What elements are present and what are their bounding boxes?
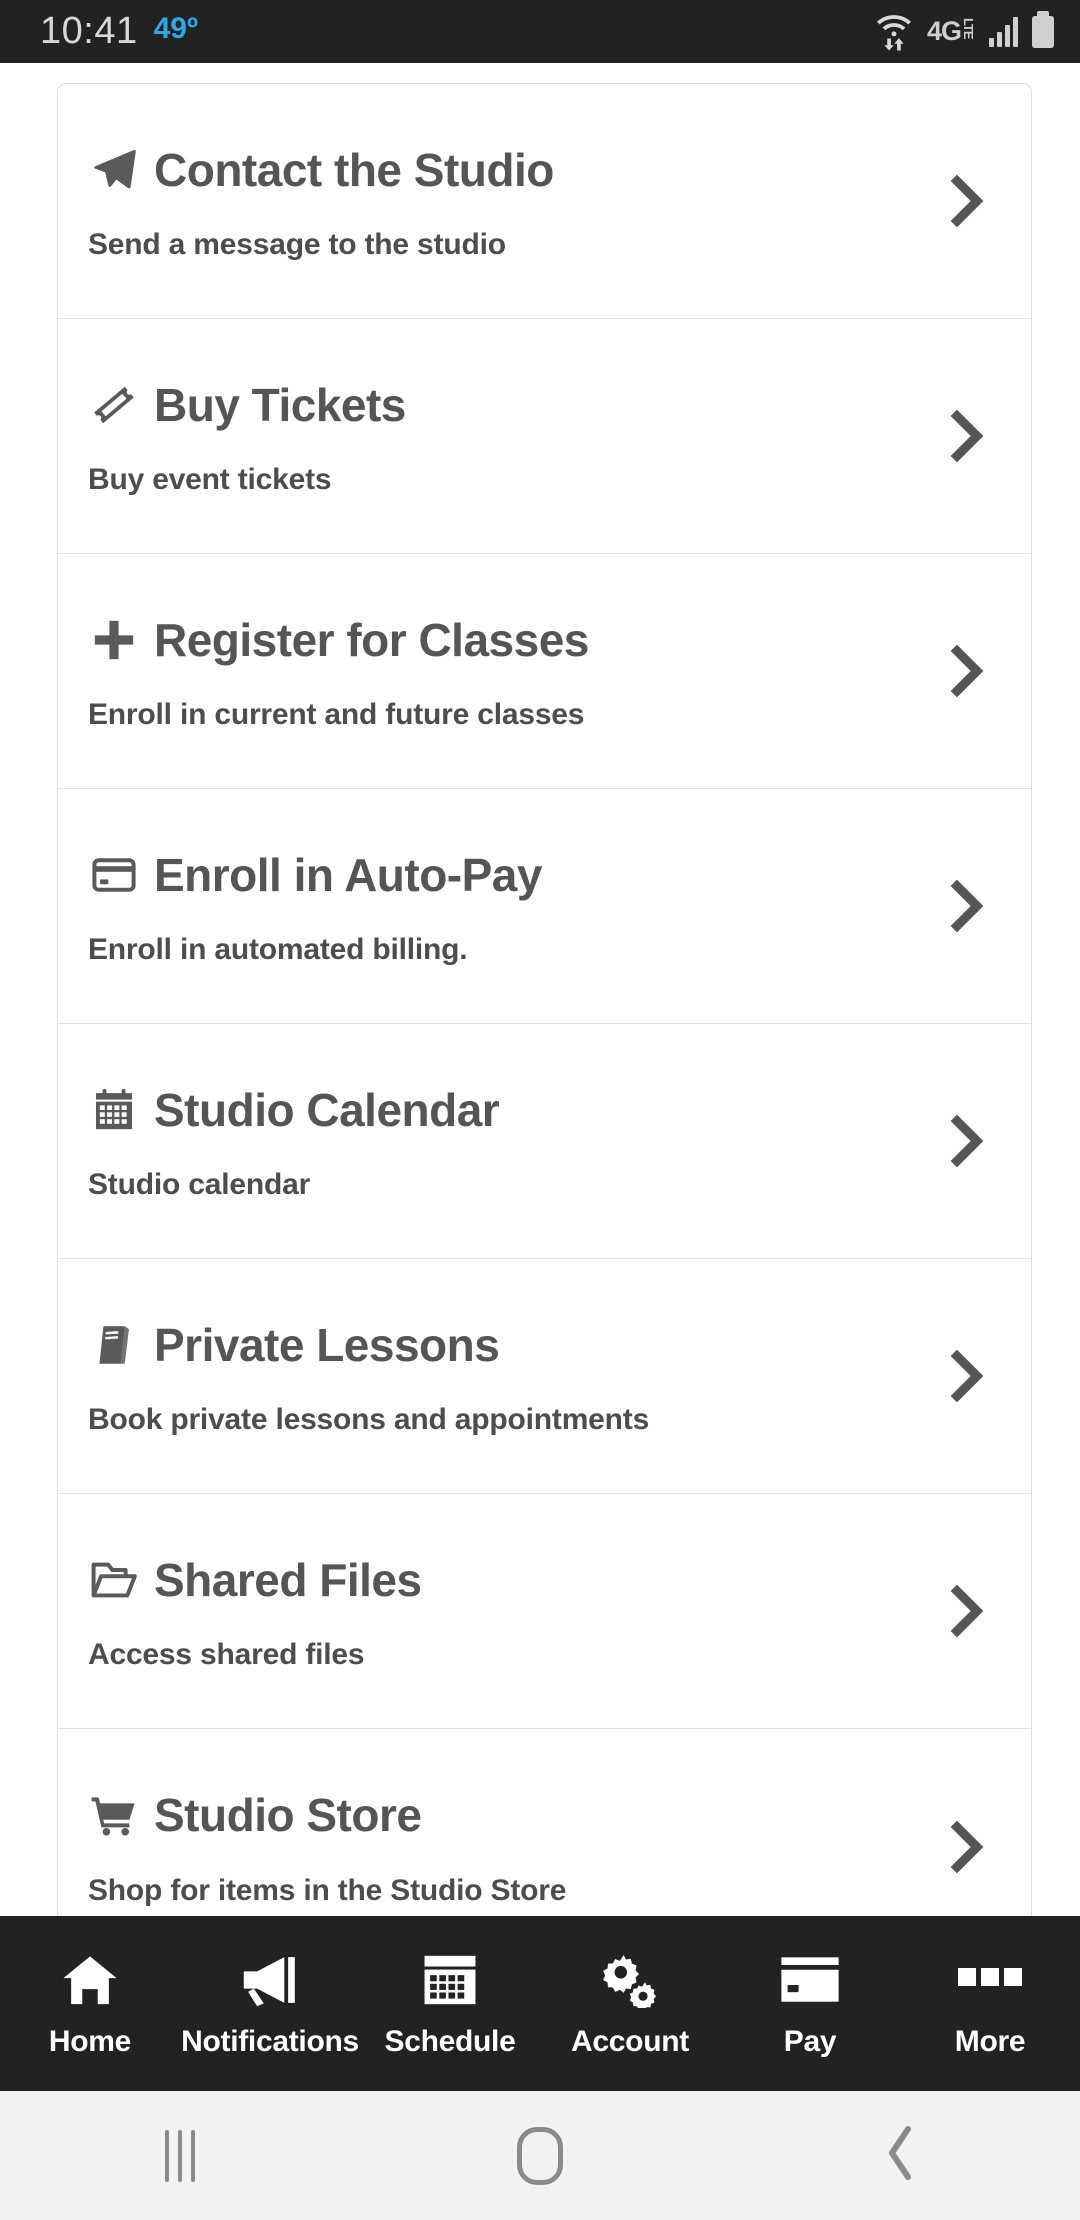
tab-account[interactable]: Account	[540, 1916, 720, 2091]
signal-bars-icon	[989, 16, 1018, 47]
menu-card: Contact the Studio Send a message to the…	[57, 83, 1032, 1916]
menu-item-title: Register for Classes	[154, 613, 589, 666]
battery-icon	[1032, 10, 1054, 48]
menu-item-subtitle: Book private lessons and appointments	[88, 1403, 650, 1436]
tab-more[interactable]: More	[900, 1916, 1080, 2091]
calendar-icon	[88, 1084, 140, 1136]
menu-item-shared-files[interactable]: Shared Files Access shared files	[58, 1494, 1031, 1729]
tab-label: Home	[48, 2024, 132, 2058]
menu-item-subtitle: Enroll in current and future classes	[88, 698, 585, 731]
menu-item-contact-the-studio[interactable]: Contact the Studio Send a message to the…	[58, 84, 1031, 319]
shopping-cart-icon	[88, 1790, 140, 1842]
tab-home[interactable]: Home	[0, 1916, 180, 2091]
gears-icon	[601, 1949, 659, 2011]
menu-item-title: Shared Files	[154, 1553, 422, 1606]
menu-item-title-row: Contact the Studio	[88, 144, 1001, 196]
ticket-icon	[88, 379, 140, 431]
menu-item-subtitle: Access shared files	[88, 1638, 365, 1671]
home-square-icon	[517, 2126, 563, 2185]
book-icon	[88, 1319, 140, 1371]
menu-item-title-row: Shared Files	[88, 1554, 1001, 1606]
credit-card-icon	[88, 849, 140, 901]
chevron-right-icon	[947, 644, 987, 698]
calendar-icon	[422, 1949, 478, 2011]
4g-lte-icon: 4G LTE	[926, 16, 976, 47]
tab-label: Schedule	[384, 2024, 516, 2058]
more-squares-icon	[958, 1949, 1022, 2011]
status-bar-clock: 10:41	[40, 10, 138, 52]
menu-item-buy-tickets[interactable]: Buy Tickets Buy event tickets	[58, 319, 1031, 554]
recents-button[interactable]	[0, 2129, 360, 2182]
chevron-right-icon	[947, 1584, 987, 1638]
tab-pay[interactable]: Pay	[720, 1916, 900, 2091]
menu-item-title: Contact the Studio	[154, 143, 554, 196]
paper-plane-icon	[88, 144, 140, 196]
back-chevron-icon	[882, 2125, 918, 2186]
menu-item-subtitle: Buy event tickets	[88, 463, 332, 496]
tab-label: Notifications	[181, 2024, 359, 2058]
menu-item-title: Buy Tickets	[154, 378, 406, 431]
folder-open-icon	[88, 1554, 140, 1606]
tab-label: Account	[571, 2024, 689, 2058]
bottom-tab-bar: Home Notifications Schedule Account Pay …	[0, 1916, 1080, 2091]
network-type-label: 4G	[926, 16, 962, 46]
chevron-right-icon	[947, 879, 987, 933]
menu-item-subtitle: Studio calendar	[88, 1168, 311, 1201]
menu-item-private-lessons[interactable]: Private Lessons Book private lessons and…	[58, 1259, 1031, 1494]
menu-item-studio-store[interactable]: Studio Store Shop for items in the Studi…	[58, 1729, 1031, 1916]
menu-item-title: Private Lessons	[154, 1318, 500, 1371]
chevron-right-icon	[947, 1114, 987, 1168]
back-button[interactable]	[720, 2125, 1080, 2186]
tab-schedule[interactable]: Schedule	[360, 1916, 540, 2091]
menu-item-register-for-classes[interactable]: Register for Classes Enroll in current a…	[58, 554, 1031, 789]
menu-item-title-row: Register for Classes	[88, 614, 1001, 666]
menu-item-title-row: Private Lessons	[88, 1319, 1001, 1371]
menu-item-title-row: Buy Tickets	[88, 379, 1001, 431]
tab-label: More	[954, 2024, 1026, 2058]
menu-item-title-row: Studio Store	[88, 1790, 1001, 1842]
menu-item-title-row: Studio Calendar	[88, 1084, 1001, 1136]
menu-item-title: Studio Store	[154, 1789, 422, 1842]
phone-screen: 10:41 49º 4G LTE Contact the Studio Send…	[0, 0, 1080, 2220]
system-navigation-bar	[0, 2091, 1080, 2220]
home-icon	[61, 1949, 119, 2011]
credit-card-icon	[779, 1949, 841, 2011]
megaphone-icon	[239, 1949, 301, 2011]
chevron-right-icon	[947, 1820, 987, 1873]
menu-item-enroll-in-auto-pay[interactable]: Enroll in Auto-Pay Enroll in automated b…	[58, 789, 1031, 1024]
status-bar-indicators: 4G LTE	[875, 10, 1054, 52]
menu-scroll-area[interactable]: Contact the Studio Send a message to the…	[0, 63, 1080, 1916]
plus-icon	[88, 614, 140, 666]
chevron-right-icon	[947, 174, 987, 228]
home-button[interactable]	[360, 2126, 720, 2185]
menu-item-title: Enroll in Auto-Pay	[154, 848, 542, 901]
tab-label: Pay	[783, 2024, 837, 2058]
menu-item-title-row: Enroll in Auto-Pay	[88, 849, 1001, 901]
wifi-transfer-icon	[875, 12, 913, 52]
chevron-right-icon	[947, 409, 987, 463]
recents-icon	[165, 2129, 195, 2182]
status-bar: 10:41 49º 4G LTE	[0, 0, 1080, 63]
menu-item-subtitle: Enroll in automated billing.	[88, 933, 468, 966]
menu-item-subtitle: Shop for items in the Studio Store	[88, 1873, 567, 1907]
status-bar-temperature: 49º	[153, 11, 198, 45]
chevron-right-icon	[947, 1349, 987, 1403]
menu-item-studio-calendar[interactable]: Studio Calendar Studio calendar	[58, 1024, 1031, 1259]
menu-item-title: Studio Calendar	[154, 1083, 500, 1136]
tab-notifications[interactable]: Notifications	[180, 1916, 360, 2091]
network-sub-label: LTE	[961, 18, 976, 39]
menu-item-subtitle: Send a message to the studio	[88, 228, 506, 261]
